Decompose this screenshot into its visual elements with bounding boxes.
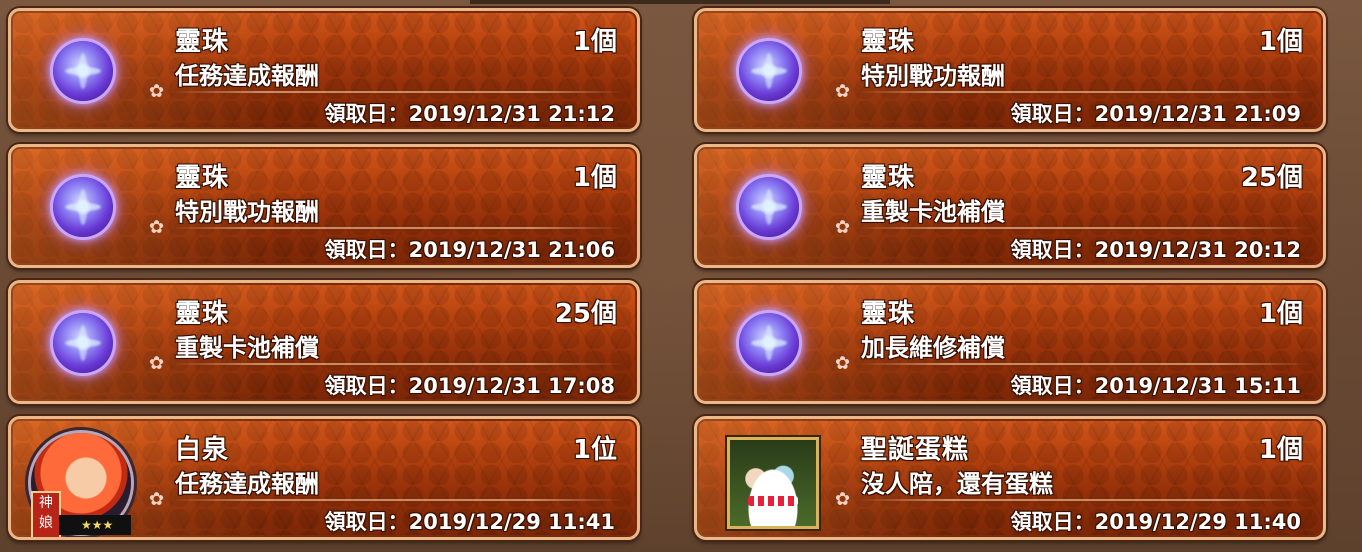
star-rating: ★★★	[59, 515, 131, 535]
item-card[interactable]: ✿ 靈珠 重製卡池補償 25個 領取日：2019/12/31 20:12	[694, 144, 1326, 268]
received-date: 領取日：2019/12/31 21:09	[1010, 102, 1301, 126]
item-card[interactable]: ✿ 靈珠 加長維修補償 1個 領取日：2019/12/31 15:11	[694, 280, 1326, 404]
spirit-orb-icon	[53, 313, 113, 373]
item-icon-frame	[713, 291, 825, 399]
item-reason: 任務達成報酬	[175, 62, 319, 90]
item-name: 白泉	[175, 435, 230, 465]
item-name: 靈珠	[175, 27, 230, 57]
item-card[interactable]: 神娘 ★★★ ✿ 白泉 任務達成報酬 1位 領取日：2019/12/29 11:…	[8, 416, 640, 540]
character-portrait-icon: 神娘 ★★★	[31, 433, 131, 537]
divider	[171, 363, 623, 365]
item-count: 1位	[572, 435, 617, 465]
item-count: 1個	[1258, 435, 1303, 465]
item-name: 靈珠	[861, 163, 916, 193]
item-count: 1個	[572, 163, 617, 193]
received-date: 領取日：2019/12/31 15:11	[1010, 374, 1301, 398]
item-name: 靈珠	[175, 299, 230, 329]
item-reason: 加長維修補償	[861, 334, 1005, 362]
item-card[interactable]: ✿ 靈珠 任務達成報酬 1個 領取日：2019/12/31 21:12	[8, 8, 640, 132]
item-count: 1個	[1258, 27, 1303, 57]
received-items-list: ✿ 靈珠 任務達成報酬 1個 領取日：2019/12/31 21:12 ✿ 靈珠…	[8, 8, 1338, 546]
item-reason: 重製卡池補償	[861, 198, 1005, 226]
item-reason: 重製卡池補償	[175, 334, 319, 362]
item-reason: 任務達成報酬	[175, 470, 319, 498]
christmas-cake-icon	[727, 437, 819, 529]
item-count: 1個	[1258, 299, 1303, 329]
divider	[857, 91, 1309, 93]
received-date: 領取日：2019/12/31 17:08	[324, 374, 615, 398]
spirit-orb-icon	[53, 177, 113, 237]
top-edge-strip	[470, 0, 890, 4]
item-reason: 沒人陪，還有蛋糕	[861, 470, 1053, 498]
divider	[857, 227, 1309, 229]
spirit-orb-icon	[739, 41, 799, 101]
sakura-icon: ✿	[149, 81, 165, 102]
sakura-icon: ✿	[835, 353, 851, 374]
divider	[857, 363, 1309, 365]
item-icon-frame	[713, 19, 825, 127]
received-date: 領取日：2019/12/29 11:41	[324, 510, 615, 534]
item-icon-frame: 神娘 ★★★	[27, 427, 139, 537]
item-name: 靈珠	[861, 27, 916, 57]
received-date: 領取日：2019/12/29 11:40	[1010, 510, 1301, 534]
item-icon-frame	[713, 155, 825, 263]
item-icon-frame	[27, 155, 139, 263]
spirit-orb-icon	[739, 177, 799, 237]
item-name: 聖誕蛋糕	[861, 435, 970, 465]
item-card[interactable]: ✿ 聖誕蛋糕 沒人陪，還有蛋糕 1個 領取日：2019/12/29 11:40	[694, 416, 1326, 540]
received-date: 領取日：2019/12/31 21:12	[324, 102, 615, 126]
item-icon-frame	[27, 291, 139, 399]
divider	[171, 91, 623, 93]
sakura-icon: ✿	[835, 489, 851, 510]
received-date: 領取日：2019/12/31 21:06	[324, 238, 615, 262]
item-card[interactable]: ✿ 靈珠 重製卡池補償 25個 領取日：2019/12/31 17:08	[8, 280, 640, 404]
divider	[171, 499, 623, 501]
item-card[interactable]: ✿ 靈珠 特別戰功報酬 1個 領取日：2019/12/31 21:06	[8, 144, 640, 268]
item-name: 靈珠	[175, 163, 230, 193]
item-icon-frame	[713, 427, 825, 535]
divider	[857, 499, 1309, 501]
sakura-icon: ✿	[835, 217, 851, 238]
spirit-orb-icon	[53, 41, 113, 101]
sakura-icon: ✿	[149, 353, 165, 374]
item-reason: 特別戰功報酬	[175, 198, 319, 226]
sakura-icon: ✿	[835, 81, 851, 102]
sakura-icon: ✿	[149, 217, 165, 238]
item-count: 25個	[1240, 163, 1303, 193]
sakura-icon: ✿	[149, 489, 165, 510]
received-date: 領取日：2019/12/31 20:12	[1010, 238, 1301, 262]
spirit-orb-icon	[739, 313, 799, 373]
item-icon-frame	[27, 19, 139, 127]
item-card[interactable]: ✿ 靈珠 特別戰功報酬 1個 領取日：2019/12/31 21:09	[694, 8, 1326, 132]
item-count: 25個	[554, 299, 617, 329]
item-reason: 特別戰功報酬	[861, 62, 1005, 90]
item-name: 靈珠	[861, 299, 916, 329]
item-count: 1個	[572, 27, 617, 57]
divider	[171, 227, 623, 229]
rarity-stamp: 神娘	[31, 491, 61, 537]
